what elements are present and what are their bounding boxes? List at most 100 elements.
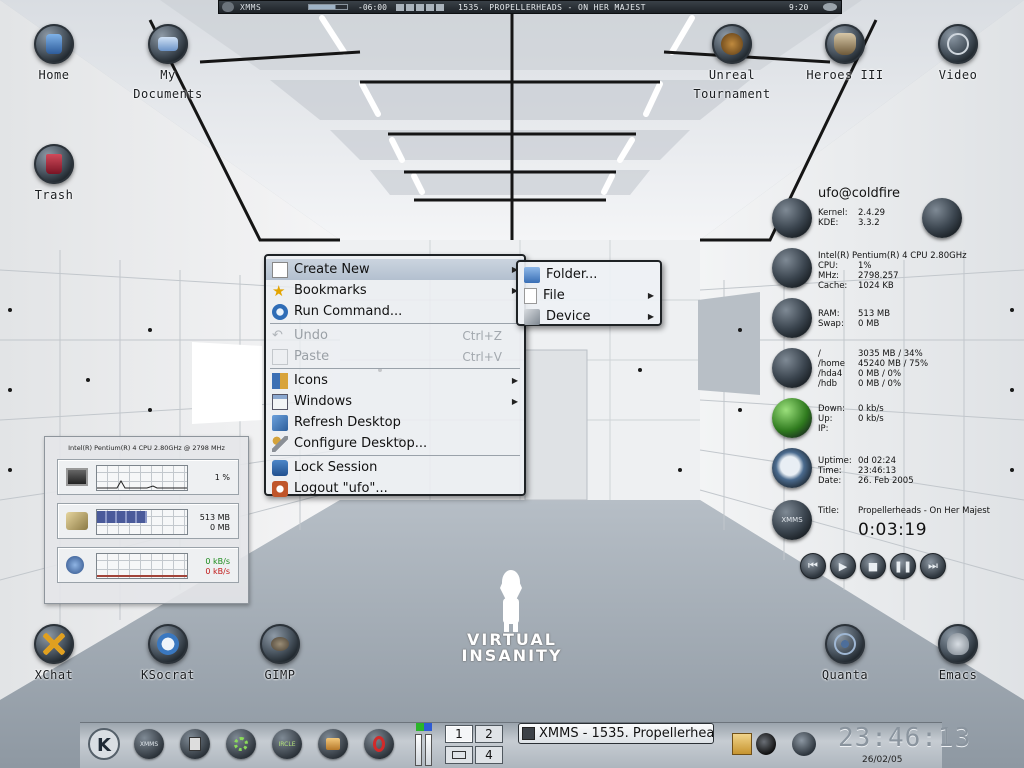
launcher-ircle[interactable]: IRCLE — [272, 729, 302, 759]
lock-icon — [272, 459, 288, 476]
removable-drive-icon[interactable] — [792, 732, 816, 756]
time-remaining: -06:00 — [358, 2, 387, 12]
desktop-icon-gimp[interactable]: GIMP — [232, 624, 328, 685]
virtual-insanity-logo: VIRTUAL INSANITY — [446, 632, 578, 664]
panel-clock[interactable]: 23:46:13 — [838, 724, 970, 752]
create-new-submenu: Folder... File ▶ Device ▶ — [516, 260, 662, 326]
terminal-icon — [189, 737, 201, 751]
unreal-icon — [712, 24, 752, 64]
opera-icon — [373, 736, 385, 752]
icons-grid-icon — [272, 372, 288, 389]
menu-item-create-new[interactable]: Create New ▶ — [266, 259, 524, 280]
desktop-icon-label: Heroes III — [806, 68, 884, 82]
menu-item-run-command[interactable]: Run Command... — [266, 301, 524, 322]
menu-item-paste[interactable]: Paste Ctrl+V — [266, 346, 524, 367]
network-globe-icon — [66, 556, 84, 574]
swap-used-value: 0 MB — [209, 523, 230, 532]
menu-separator — [270, 323, 520, 324]
submenu-item-device[interactable]: Device ▶ — [518, 306, 660, 327]
desktop-icon-ksocrat[interactable]: KSocrat — [120, 624, 216, 685]
menu-item-label: Configure Desktop... — [294, 436, 428, 451]
eye-icon[interactable] — [823, 3, 837, 11]
submenu-arrow-icon: ▶ — [511, 397, 518, 406]
taskbar-window-xmms[interactable]: XMMS - 1535. Propellerheads — [518, 723, 714, 744]
desktop-icon-trash[interactable]: Trash — [6, 144, 102, 205]
memory-icon — [66, 512, 88, 530]
net-in-value: 0 kB/s — [205, 557, 230, 566]
menu-item-label: Refresh Desktop — [294, 415, 401, 430]
memory-fill-bar — [97, 511, 148, 523]
previous-icon: ⏮ — [808, 559, 818, 572]
launcher-settings[interactable] — [226, 729, 256, 759]
menu-item-label: Lock Session — [294, 460, 378, 475]
volume-slider[interactable] — [308, 4, 348, 10]
new-document-icon — [272, 261, 288, 278]
desktop-icon-my-documents[interactable]: My Documents — [120, 24, 216, 104]
desktop-icon-home[interactable]: Home — [6, 24, 102, 85]
desktop-icon-label: Home — [38, 68, 70, 82]
desktop-pager-1[interactable]: 1 — [445, 725, 473, 743]
kde-logo-icon: K — [97, 735, 112, 756]
desktop-icon-video[interactable]: Video — [910, 24, 1006, 85]
bomb-icon[interactable] — [756, 733, 776, 755]
emacs-icon — [938, 624, 978, 664]
play-button[interactable]: ▶ — [830, 553, 856, 579]
desktop-icon-xchat[interactable]: XChat — [6, 624, 102, 685]
menu-item-logout[interactable]: Logout "ufo"... — [266, 478, 524, 499]
stop-icon[interactable] — [426, 3, 434, 11]
home-icon — [34, 24, 74, 64]
network-info: Down: 0 kb/s Up: 0 kb/s IP: — [818, 404, 884, 434]
desktop-icon-quanta[interactable]: Quanta — [797, 624, 893, 685]
previous-track-button[interactable]: ⏮ — [800, 553, 826, 579]
pause-icon[interactable] — [416, 3, 424, 11]
next-icon[interactable] — [436, 3, 444, 11]
trash-icon — [34, 144, 74, 184]
menu-item-label: Windows — [294, 394, 353, 409]
desktop-pager-4[interactable]: 4 — [475, 746, 503, 764]
klipper-icon[interactable] — [732, 733, 752, 755]
desktop-icon-label: Trash — [34, 188, 74, 202]
xmms-label-icon: XMMS — [139, 740, 159, 748]
menu-item-icons[interactable]: Icons ▶ — [266, 370, 524, 391]
menu-item-bookmarks[interactable]: ★ Bookmarks ▶ — [266, 280, 524, 301]
launcher-xmms[interactable]: XMMS — [134, 729, 164, 759]
desktop-pager-2[interactable]: 2 — [475, 725, 503, 743]
pause-icon: ❚❚ — [893, 559, 913, 573]
cpu-graph-line — [97, 479, 187, 489]
cpu-monitor-row: 1 % — [57, 459, 239, 495]
desktop-icon-label: Quanta — [821, 668, 869, 682]
menu-item-undo[interactable]: ↶ Undo Ctrl+Z — [266, 325, 524, 346]
menu-item-label: Paste — [294, 349, 330, 364]
menu-item-refresh-desktop[interactable]: Refresh Desktop — [266, 412, 524, 433]
launcher-file-manager[interactable] — [318, 729, 348, 759]
submenu-item-file[interactable]: File ▶ — [518, 285, 660, 306]
xmms-mini-player[interactable]: XMMS -06:00 1535. PROPELLERHEADS - ON HE… — [218, 0, 842, 14]
menu-item-windows[interactable]: Windows ▶ — [266, 391, 524, 412]
playback-controls[interactable] — [396, 3, 452, 11]
menu-item-label: File — [543, 288, 565, 303]
kde-menu-button[interactable]: K — [86, 726, 122, 762]
stop-button[interactable]: ■ — [860, 553, 886, 579]
desktop-icon-unreal[interactable]: Unreal Tournament — [684, 24, 780, 104]
desktop-icon-emacs[interactable]: Emacs — [910, 624, 1006, 685]
desktop-icon-heroes[interactable]: Heroes III — [797, 24, 893, 85]
submenu-item-folder[interactable]: Folder... — [518, 264, 660, 285]
menu-item-label: Folder... — [546, 267, 598, 282]
desktop-icon-label: KSocrat — [140, 668, 196, 682]
menu-item-lock-session[interactable]: Lock Session — [266, 457, 524, 478]
window-thumbnail-icon — [452, 751, 466, 759]
prev-icon[interactable] — [396, 3, 404, 11]
desktop-icon-label: Emacs — [938, 668, 978, 682]
menu-separator — [270, 455, 520, 456]
meter-bar-1 — [415, 734, 422, 766]
next-track-button[interactable]: ⏭ — [920, 553, 946, 579]
kernel-info: Kernel: 2.4.29 KDE: 3.3.2 — [818, 208, 886, 228]
gear-icon — [234, 737, 248, 751]
play-icon[interactable] — [406, 3, 414, 11]
menu-item-configure-desktop[interactable]: Configure Desktop... — [266, 433, 524, 454]
pause-button[interactable]: ❚❚ — [890, 553, 916, 579]
net-out-value: 0 kB/s — [205, 567, 230, 576]
launcher-terminal[interactable] — [180, 729, 210, 759]
launcher-opera[interactable] — [364, 729, 394, 759]
desktop-pager-3[interactable] — [445, 746, 473, 764]
